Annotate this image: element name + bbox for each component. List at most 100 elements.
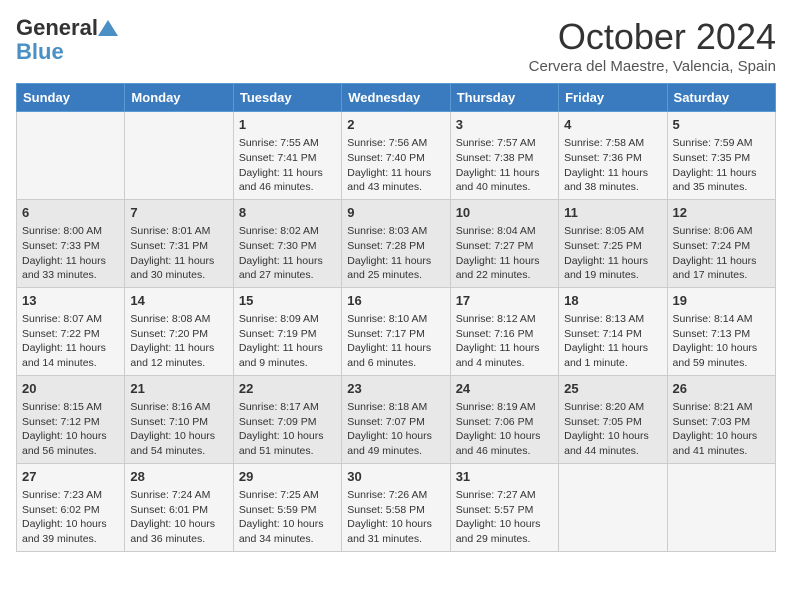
- day-info: Sunrise: 8:16 AM Sunset: 7:10 PM Dayligh…: [130, 400, 227, 459]
- day-info: Sunrise: 7:56 AM Sunset: 7:40 PM Dayligh…: [347, 136, 444, 195]
- day-info: Sunrise: 8:01 AM Sunset: 7:31 PM Dayligh…: [130, 224, 227, 283]
- calendar-cell: 27 Sunrise: 7:23 AM Sunset: 6:02 PM Dayli…: [17, 463, 125, 551]
- calendar-cell: 12Sunrise: 8:06 AM Sunset: 7:24 PM Dayli…: [667, 199, 775, 287]
- day-info: Sunrise: 8:06 AM Sunset: 7:24 PM Dayligh…: [673, 224, 770, 283]
- logo-text-blue: Blue: [16, 40, 64, 64]
- day-info: Sunrise: 8:07 AM Sunset: 7:22 PM Dayligh…: [22, 312, 119, 371]
- location-subtitle: Cervera del Maestre, Valencia, Spain: [529, 58, 776, 75]
- calendar-week-row: 1 Sunrise: 7:55 AM Sunset: 7:41 PM Daylig…: [17, 112, 776, 200]
- calendar-cell: 11 Sunrise: 8:05 AM Sunset: 7:25 PM Dayli…: [559, 199, 667, 287]
- title-block: October 2024 Cervera del Maestre, Valenc…: [529, 16, 776, 75]
- day-info: Sunrise: 8:20 AM Sunset: 7:05 PM Dayligh…: [564, 400, 661, 459]
- day-number: 29: [239, 468, 336, 486]
- day-number: 30: [347, 468, 444, 486]
- day-number: 25: [564, 380, 661, 398]
- calendar-cell: 28 Sunrise: 7:24 AM Sunset: 6:01 PM Dayli…: [125, 463, 233, 551]
- logo: General Blue: [16, 16, 118, 64]
- day-number: 13: [22, 292, 119, 310]
- day-number: 16: [347, 292, 444, 310]
- day-number: 3: [456, 116, 553, 134]
- day-info: Sunrise: 7:24 AM Sunset: 6:01 PM Dayligh…: [130, 488, 227, 547]
- calendar-cell: 30 Sunrise: 7:26 AM Sunset: 5:58 PM Dayli…: [342, 463, 450, 551]
- calendar-cell: 3 Sunrise: 7:57 AM Sunset: 7:38 PM Daylig…: [450, 112, 558, 200]
- day-info: Sunrise: 8:10 AM Sunset: 7:17 PM Dayligh…: [347, 312, 444, 371]
- day-number: 22: [239, 380, 336, 398]
- day-number: 1: [239, 116, 336, 134]
- day-info: Sunrise: 8:08 AM Sunset: 7:20 PM Dayligh…: [130, 312, 227, 371]
- header-thursday: Thursday: [450, 84, 558, 112]
- header-monday: Monday: [125, 84, 233, 112]
- day-info: Sunrise: 8:05 AM Sunset: 7:25 PM Dayligh…: [564, 224, 661, 283]
- calendar-cell: 5Sunrise: 7:59 AM Sunset: 7:35 PM Daylig…: [667, 112, 775, 200]
- day-info: Sunrise: 7:23 AM Sunset: 6:02 PM Dayligh…: [22, 488, 119, 547]
- calendar-cell: 14 Sunrise: 8:08 AM Sunset: 7:20 PM Dayli…: [125, 287, 233, 375]
- day-number: 14: [130, 292, 227, 310]
- day-number: 31: [456, 468, 553, 486]
- calendar-cell: [559, 463, 667, 551]
- day-info: Sunrise: 8:21 AM Sunset: 7:03 PM Dayligh…: [673, 400, 770, 459]
- header-friday: Friday: [559, 84, 667, 112]
- header-saturday: Saturday: [667, 84, 775, 112]
- day-number: 11: [564, 204, 661, 222]
- logo-text-general: General: [16, 16, 98, 40]
- day-info: Sunrise: 8:17 AM Sunset: 7:09 PM Dayligh…: [239, 400, 336, 459]
- calendar-cell: 26Sunrise: 8:21 AM Sunset: 7:03 PM Dayli…: [667, 375, 775, 463]
- calendar-cell: 18 Sunrise: 8:13 AM Sunset: 7:14 PM Dayli…: [559, 287, 667, 375]
- calendar-cell: 1 Sunrise: 7:55 AM Sunset: 7:41 PM Daylig…: [233, 112, 341, 200]
- day-number: 10: [456, 204, 553, 222]
- calendar-week-row: 27 Sunrise: 7:23 AM Sunset: 6:02 PM Dayli…: [17, 463, 776, 551]
- calendar-cell: 22 Sunrise: 8:17 AM Sunset: 7:09 PM Dayli…: [233, 375, 341, 463]
- calendar-cell: 4 Sunrise: 7:58 AM Sunset: 7:36 PM Daylig…: [559, 112, 667, 200]
- day-number: 21: [130, 380, 227, 398]
- header-sunday: Sunday: [17, 84, 125, 112]
- calendar-cell: 24 Sunrise: 8:19 AM Sunset: 7:06 PM Dayli…: [450, 375, 558, 463]
- day-info: Sunrise: 8:15 AM Sunset: 7:12 PM Dayligh…: [22, 400, 119, 459]
- day-info: Sunrise: 7:25 AM Sunset: 5:59 PM Dayligh…: [239, 488, 336, 547]
- day-number: 27: [22, 468, 119, 486]
- day-number: 8: [239, 204, 336, 222]
- header-wednesday: Wednesday: [342, 84, 450, 112]
- page-header: General Blue October 2024 Cervera del Ma…: [16, 16, 776, 75]
- calendar-cell: 2 Sunrise: 7:56 AM Sunset: 7:40 PM Daylig…: [342, 112, 450, 200]
- calendar-cell: 6Sunrise: 8:00 AM Sunset: 7:33 PM Daylig…: [17, 199, 125, 287]
- calendar-cell: 15 Sunrise: 8:09 AM Sunset: 7:19 PM Dayli…: [233, 287, 341, 375]
- calendar-cell: 17Sunrise: 8:12 AM Sunset: 7:16 PM Dayli…: [450, 287, 558, 375]
- calendar-cell: 13 Sunrise: 8:07 AM Sunset: 7:22 PM Dayli…: [17, 287, 125, 375]
- calendar-cell: 7Sunrise: 8:01 AM Sunset: 7:31 PM Daylig…: [125, 199, 233, 287]
- calendar-week-row: 6Sunrise: 8:00 AM Sunset: 7:33 PM Daylig…: [17, 199, 776, 287]
- calendar-cell: 10 Sunrise: 8:04 AM Sunset: 7:27 PM Dayli…: [450, 199, 558, 287]
- calendar-cell: 31 Sunrise: 7:27 AM Sunset: 5:57 PM Dayli…: [450, 463, 558, 551]
- header-tuesday: Tuesday: [233, 84, 341, 112]
- day-info: Sunrise: 8:02 AM Sunset: 7:30 PM Dayligh…: [239, 224, 336, 283]
- day-info: Sunrise: 7:58 AM Sunset: 7:36 PM Dayligh…: [564, 136, 661, 195]
- day-info: Sunrise: 8:19 AM Sunset: 7:06 PM Dayligh…: [456, 400, 553, 459]
- day-info: Sunrise: 8:18 AM Sunset: 7:07 PM Dayligh…: [347, 400, 444, 459]
- day-info: Sunrise: 8:04 AM Sunset: 7:27 PM Dayligh…: [456, 224, 553, 283]
- calendar-week-row: 13 Sunrise: 8:07 AM Sunset: 7:22 PM Dayli…: [17, 287, 776, 375]
- day-info: Sunrise: 7:27 AM Sunset: 5:57 PM Dayligh…: [456, 488, 553, 547]
- day-number: 28: [130, 468, 227, 486]
- calendar-cell: 21 Sunrise: 8:16 AM Sunset: 7:10 PM Dayli…: [125, 375, 233, 463]
- day-info: Sunrise: 8:13 AM Sunset: 7:14 PM Dayligh…: [564, 312, 661, 371]
- day-info: Sunrise: 7:55 AM Sunset: 7:41 PM Dayligh…: [239, 136, 336, 195]
- calendar-cell: 9 Sunrise: 8:03 AM Sunset: 7:28 PM Daylig…: [342, 199, 450, 287]
- day-number: 20: [22, 380, 119, 398]
- day-number: 24: [456, 380, 553, 398]
- calendar-cell: 8 Sunrise: 8:02 AM Sunset: 7:30 PM Daylig…: [233, 199, 341, 287]
- day-number: 6: [22, 204, 119, 222]
- day-info: Sunrise: 7:26 AM Sunset: 5:58 PM Dayligh…: [347, 488, 444, 547]
- day-info: Sunrise: 7:57 AM Sunset: 7:38 PM Dayligh…: [456, 136, 553, 195]
- day-number: 5: [673, 116, 770, 134]
- day-number: 15: [239, 292, 336, 310]
- calendar-cell: 20 Sunrise: 8:15 AM Sunset: 7:12 PM Dayli…: [17, 375, 125, 463]
- day-number: 9: [347, 204, 444, 222]
- day-info: Sunrise: 8:09 AM Sunset: 7:19 PM Dayligh…: [239, 312, 336, 371]
- month-title: October 2024: [529, 16, 776, 58]
- day-number: 19: [673, 292, 770, 310]
- day-number: 18: [564, 292, 661, 310]
- day-info: Sunrise: 8:12 AM Sunset: 7:16 PM Dayligh…: [456, 312, 553, 371]
- day-number: 2: [347, 116, 444, 134]
- day-info: Sunrise: 8:03 AM Sunset: 7:28 PM Dayligh…: [347, 224, 444, 283]
- day-number: 4: [564, 116, 661, 134]
- calendar-week-row: 20 Sunrise: 8:15 AM Sunset: 7:12 PM Dayli…: [17, 375, 776, 463]
